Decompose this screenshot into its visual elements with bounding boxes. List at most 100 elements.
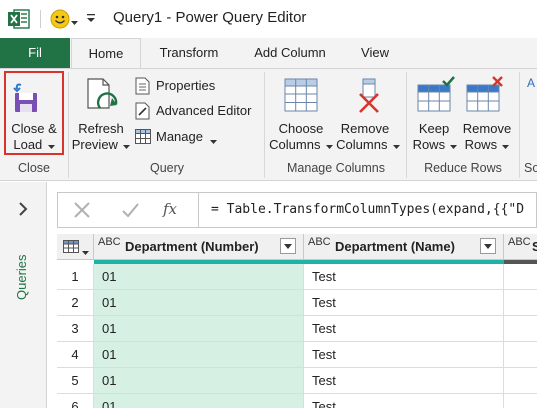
row-number: 3	[57, 316, 94, 342]
column-header-department-number[interactable]: ABC Department (Number)	[94, 234, 304, 260]
filter-dropdown-icon[interactable]	[480, 238, 496, 254]
properties-icon	[135, 77, 151, 98]
remove-rows-icon	[466, 76, 504, 114]
group-label-sort-partial: So	[524, 161, 537, 175]
cell-department-name[interactable]: Test	[304, 264, 504, 290]
refresh-preview-line2: Preview	[68, 137, 134, 153]
sort-group-partial-button[interactable]: A	[525, 76, 537, 116]
choose-columns-icon	[284, 78, 318, 114]
group-label-manage-columns: Manage Columns	[287, 161, 385, 175]
group-label-query: Query	[149, 161, 185, 175]
advanced-editor-icon	[135, 102, 151, 123]
fx-icon[interactable]: fx	[163, 200, 177, 218]
cancel-formula-icon[interactable]	[72, 200, 92, 220]
advanced-editor-button[interactable]: Advanced Editor	[135, 101, 260, 121]
cell-department-name[interactable]: Test	[304, 368, 504, 394]
tab-transform[interactable]: Transform	[148, 38, 230, 68]
cell-department-number[interactable]: 01	[94, 342, 304, 368]
cell-department-number[interactable]: 01	[94, 264, 304, 290]
window-title: Query1 - Power Query Editor	[113, 9, 307, 26]
cell-partial[interactable]	[504, 264, 537, 290]
group-separator-close	[68, 72, 69, 178]
table-icon	[63, 240, 79, 256]
remove-rows-label-line1: Remove	[462, 121, 512, 136]
keep-rows-icon	[417, 76, 455, 114]
refresh-preview-icon	[86, 78, 120, 116]
row-number: 1	[57, 264, 94, 290]
column-name: Department (Number)	[125, 239, 259, 254]
properties-label: Properties	[156, 78, 216, 93]
remove-rows-line2: Rows	[456, 137, 518, 153]
refresh-preview-label-line1: Refresh	[78, 121, 124, 136]
close-and-load-chevron-down-icon	[47, 139, 55, 153]
title-separator	[40, 10, 41, 28]
remove-columns-icon	[352, 78, 386, 114]
manage-table-icon	[135, 129, 151, 147]
cell-partial[interactable]	[504, 316, 537, 342]
smiley-dropdown-icon[interactable]	[71, 15, 78, 25]
row-number: 4	[57, 342, 94, 368]
smiley-feedback-icon[interactable]	[50, 9, 70, 29]
cell-partial[interactable]	[504, 290, 537, 316]
cell-department-name[interactable]: Test	[304, 290, 504, 316]
cell-department-name[interactable]: Test	[304, 342, 504, 368]
choose-columns-label-line2: Columns	[269, 137, 321, 152]
table-row[interactable]: 5 01 Test	[57, 368, 537, 394]
table-row[interactable]: 2 01 Test	[57, 290, 537, 316]
table-corner-menu[interactable]	[57, 234, 94, 260]
cell-department-number[interactable]: 01	[94, 290, 304, 316]
properties-button[interactable]: Properties	[135, 76, 260, 96]
filter-dropdown-icon[interactable]	[280, 238, 296, 254]
row-number: 2	[57, 290, 94, 316]
cell-department-number[interactable]: 01	[94, 316, 304, 342]
group-label-reduce-rows: Reduce Rows	[424, 161, 502, 175]
queries-pane-label[interactable]: Queries	[14, 254, 29, 300]
data-rows: 1 01 Test 2 01 Test 3 01 Test 4 01 Test …	[57, 264, 537, 408]
expand-queries-chevron-right-icon[interactable]	[18, 202, 30, 216]
refresh-preview-chevron-down-icon	[123, 139, 131, 153]
remove-rows-chevron-down-icon	[502, 139, 510, 153]
column-header-partial[interactable]: ABC S	[504, 234, 537, 260]
remove-columns-label-line2: Columns	[336, 137, 388, 152]
cell-partial[interactable]	[504, 368, 537, 394]
formula-text: = Table.TransformColumnTypes(expand,{{"D	[211, 202, 525, 217]
cell-department-name[interactable]: Test	[304, 394, 504, 408]
choose-columns-line2: Columns	[264, 137, 338, 153]
cell-partial[interactable]	[504, 394, 537, 408]
column-header-department-name[interactable]: ABC Department (Name)	[304, 234, 504, 260]
text-type-icon: ABC	[308, 236, 331, 248]
table-row[interactable]: 3 01 Test	[57, 316, 537, 342]
text-type-icon: ABC	[98, 236, 121, 248]
quick-access-customize-icon[interactable]	[86, 12, 96, 24]
remove-rows-label-line2: Rows	[464, 137, 498, 152]
text-type-icon: ABC	[508, 237, 531, 248]
tab-file[interactable]: Fil	[0, 38, 70, 68]
table-row[interactable]: 6 01 Test	[57, 394, 537, 408]
cell-department-number[interactable]: 01	[94, 368, 304, 394]
table-row[interactable]: 1 01 Test	[57, 264, 537, 290]
cell-partial[interactable]	[504, 342, 537, 368]
manage-chevron-down-icon	[210, 134, 217, 148]
tab-add-column[interactable]: Add Column	[242, 38, 338, 68]
excel-logo-icon	[8, 9, 30, 29]
tab-view[interactable]: View	[350, 38, 400, 68]
group-separator-reduce-rows	[519, 72, 520, 178]
close-and-load-label-line2: Load	[13, 137, 43, 152]
manage-label: Manage	[156, 129, 203, 144]
row-number: 6	[57, 394, 94, 408]
manage-button[interactable]: Manage	[135, 127, 235, 147]
column-name: Department (Name)	[335, 239, 455, 254]
table-row[interactable]: 4 01 Test	[57, 342, 537, 368]
row-number: 5	[57, 368, 94, 394]
close-and-load-label-line1: Close &	[11, 121, 57, 136]
confirm-formula-icon[interactable]	[120, 200, 140, 220]
cell-department-number[interactable]: 01	[94, 394, 304, 408]
cell-department-name[interactable]: Test	[304, 316, 504, 342]
type-glyph: ABC	[98, 236, 121, 248]
tab-home[interactable]: Home	[71, 38, 141, 69]
choose-columns-label-line1: Choose	[278, 121, 324, 136]
close-and-load-line2: Load	[6, 137, 62, 153]
group-separator-query	[264, 72, 265, 178]
sort-az-label: A	[527, 76, 536, 90]
type-glyph: ABC	[308, 236, 331, 248]
